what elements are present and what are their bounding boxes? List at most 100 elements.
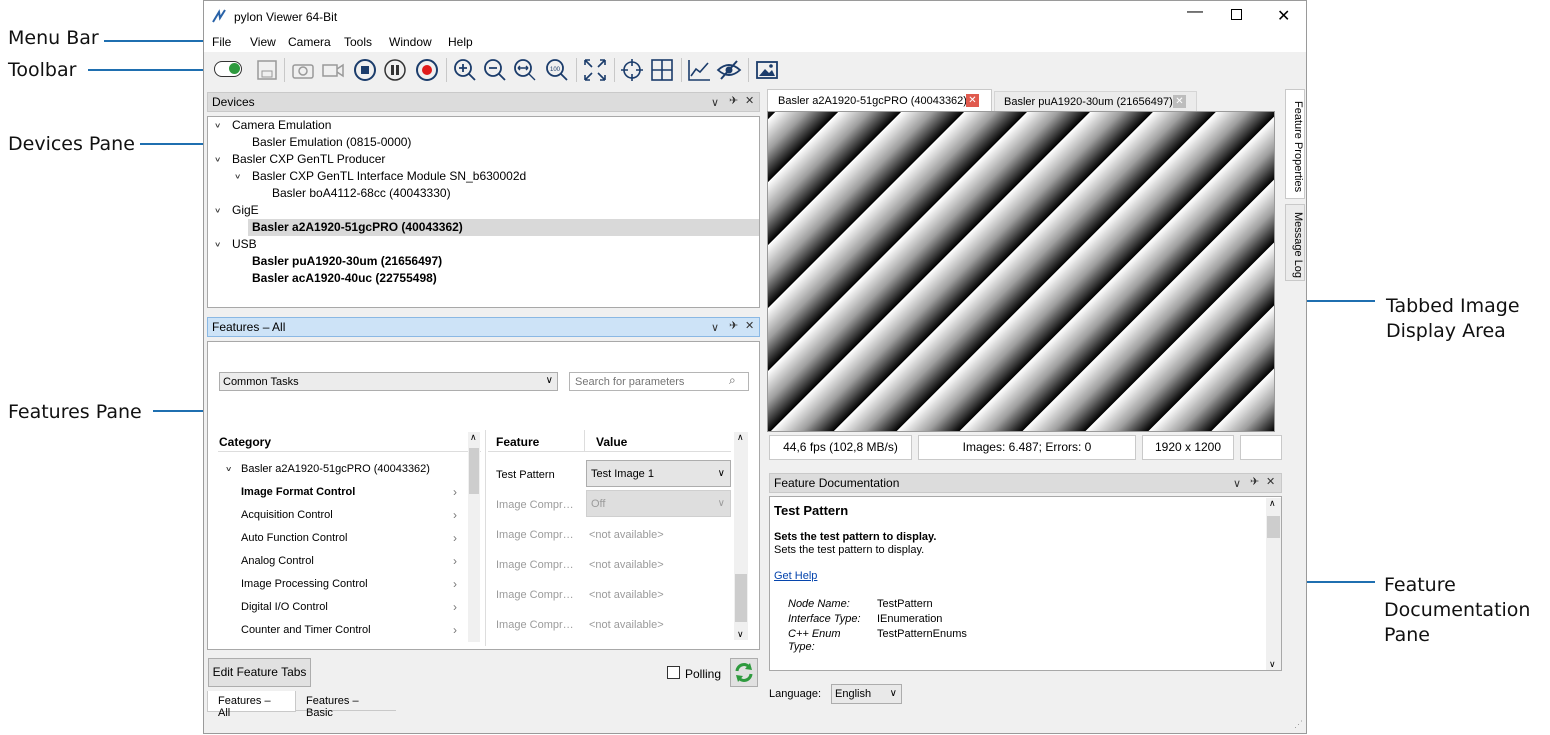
menu-tools[interactable]: Tools xyxy=(344,35,372,49)
expand-icon[interactable]: ∨ xyxy=(214,205,221,217)
device-tree-item[interactable]: Basler boA4112-68cc (40043330) xyxy=(208,185,759,202)
device-tree-item[interactable]: Basler acA1920-40uc (22755498) xyxy=(208,270,759,287)
refresh-button[interactable] xyxy=(730,658,758,687)
category-column-header: Category xyxy=(219,435,272,449)
doc-scrollbar[interactable]: ∧ ∨ xyxy=(1266,498,1281,670)
interface-type-key: Interface Type: xyxy=(788,613,861,625)
task-category-select[interactable]: Common Tasks ∨ xyxy=(219,372,558,391)
category-item[interactable]: Digital I/O Control › xyxy=(208,599,466,616)
polling-checkbox[interactable] xyxy=(667,666,680,679)
devices-pane-title: Devices xyxy=(212,95,255,109)
expand-icon[interactable]: ∨ xyxy=(214,154,221,166)
category-item[interactable]: Acquisition Control › xyxy=(208,507,466,524)
pin-icon[interactable]: ✈ xyxy=(1250,475,1259,488)
tab-feature-properties[interactable]: Feature Properties xyxy=(1285,89,1305,199)
device-tree-item[interactable]: ∨ Camera Emulation xyxy=(208,117,759,134)
toolbar-separator xyxy=(614,58,615,82)
pane-menu-icon[interactable]: ∨ xyxy=(711,96,719,109)
value-column-header: Value xyxy=(596,435,628,449)
params-scrollbar[interactable]: ∧ ∨ xyxy=(734,432,748,640)
tab-close-icon[interactable]: ✕ xyxy=(966,94,979,107)
image-icon[interactable] xyxy=(754,57,780,83)
pane-menu-icon[interactable]: ∨ xyxy=(1233,477,1241,490)
category-scrollbar[interactable]: ∧ xyxy=(468,432,480,642)
search-parameters-input[interactable] xyxy=(569,372,749,391)
interface-type-value: IEnumeration xyxy=(877,613,943,625)
minimize-button[interactable]: — xyxy=(1187,3,1203,21)
category-root[interactable]: ∨ Basler a2A1920-51gcPRO (40043362) xyxy=(208,461,466,478)
menu-file[interactable]: File xyxy=(212,35,231,49)
pane-close-icon[interactable]: ✕ xyxy=(745,319,754,332)
window-title: pylon Viewer 64-Bit xyxy=(234,10,338,24)
toolbar-separator xyxy=(748,58,749,82)
tab-message-log[interactable]: Message Log xyxy=(1285,204,1305,281)
image-display[interactable] xyxy=(767,111,1275,432)
device-tree-item-selected[interactable]: Basler a2A1920-51gcPRO (40043362) xyxy=(248,219,759,236)
toolbar: 100 xyxy=(204,52,1306,88)
image-tab-active[interactable]: Basler a2A1920-51gcPRO (40043362) ✕ xyxy=(767,89,992,112)
crosshair-icon[interactable] xyxy=(619,57,645,83)
category-item[interactable]: Auto Function Control › xyxy=(208,530,466,547)
expand-icon[interactable]: ∨ xyxy=(214,239,221,251)
hide-icon[interactable] xyxy=(716,57,742,83)
stop-icon[interactable] xyxy=(352,57,378,83)
pin-icon[interactable]: ✈ xyxy=(729,319,738,332)
app-window: pylon Viewer 64-Bit — ✕ File View Camera… xyxy=(203,0,1307,734)
search-icon: ⌕ xyxy=(729,373,736,387)
pane-close-icon[interactable]: ✕ xyxy=(1266,475,1275,488)
menu-camera[interactable]: Camera xyxy=(288,35,331,49)
maximize-button[interactable] xyxy=(1231,9,1242,20)
zoom-out-icon[interactable] xyxy=(482,57,508,83)
tab-features-basic[interactable]: Features – Basic xyxy=(296,691,396,719)
device-tree-item[interactable]: ∨ Basler CXP GenTL Interface Module SN_b6… xyxy=(208,168,759,185)
get-help-link[interactable]: Get Help xyxy=(774,570,817,582)
menu-window[interactable]: Window xyxy=(389,35,432,49)
expand-icon[interactable]: ∨ xyxy=(225,464,232,476)
menu-view[interactable]: View xyxy=(250,35,276,49)
callout-doc-pane-1: Feature xyxy=(1384,574,1456,596)
callout-line-menu-bar xyxy=(104,40,206,42)
grid-icon[interactable] xyxy=(649,57,675,83)
menu-help[interactable]: Help xyxy=(448,35,473,49)
category-item[interactable]: Analog Control › xyxy=(208,553,466,570)
zoom-100-icon[interactable]: 100 xyxy=(544,57,570,83)
pane-close-icon[interactable]: ✕ xyxy=(745,94,754,107)
pin-icon[interactable]: ✈ xyxy=(729,94,738,107)
fullscreen-icon[interactable] xyxy=(582,57,608,83)
zoom-in-icon[interactable] xyxy=(452,57,478,83)
test-pattern-select[interactable]: Test Image 1 ∨ xyxy=(586,460,731,487)
callout-doc-pane-3: Pane xyxy=(1384,624,1430,646)
expand-icon[interactable]: ∨ xyxy=(234,171,241,183)
category-item[interactable]: Image Format Control › xyxy=(208,484,466,501)
chevron-right-icon: › xyxy=(453,577,457,591)
toggle-icon[interactable] xyxy=(214,61,242,77)
pane-menu-icon[interactable]: ∨ xyxy=(711,321,719,334)
refresh-icon xyxy=(735,663,753,682)
pause-icon[interactable] xyxy=(382,57,408,83)
category-item[interactable]: Counter and Timer Control › xyxy=(208,622,466,639)
language-label: Language: xyxy=(769,688,821,700)
close-button[interactable]: ✕ xyxy=(1277,6,1290,26)
save-icon[interactable] xyxy=(254,57,280,83)
image-tab[interactable]: Basler puA1920-30um (21656497) ✕ xyxy=(994,91,1197,112)
video-icon[interactable] xyxy=(320,57,346,83)
device-tree-item[interactable]: Basler puA1920-30um (21656497) xyxy=(208,253,759,270)
edit-feature-tabs-button[interactable]: Edit Feature Tabs xyxy=(208,658,311,687)
language-select[interactable]: English ∨ xyxy=(831,684,902,704)
zoom-fit-icon[interactable] xyxy=(512,57,538,83)
polling-label: Polling xyxy=(685,667,722,681)
device-tree-item[interactable]: ∨ USB xyxy=(208,236,759,253)
record-icon[interactable] xyxy=(414,57,440,83)
svg-text:100: 100 xyxy=(550,67,561,73)
resize-grip-icon[interactable]: ⋰ xyxy=(1294,719,1303,730)
device-tree-item[interactable]: ∨ GigE xyxy=(208,202,759,219)
features-panel: Common Tasks ∨ ⌕ Category ∧ ∨Basler a2A1… xyxy=(207,341,760,650)
device-tree-item[interactable]: Basler Emulation (0815-0000) xyxy=(208,134,759,151)
tab-features-all[interactable]: Features – All xyxy=(207,691,296,719)
chart-icon[interactable] xyxy=(686,57,712,83)
category-item[interactable]: Image Processing Control › xyxy=(208,576,466,593)
tab-close-icon[interactable]: ✕ xyxy=(1173,95,1186,108)
expand-icon[interactable]: ∨ xyxy=(214,120,221,132)
device-tree-item[interactable]: ∨ Basler CXP GenTL Producer xyxy=(208,151,759,168)
camera-icon[interactable] xyxy=(290,57,316,83)
